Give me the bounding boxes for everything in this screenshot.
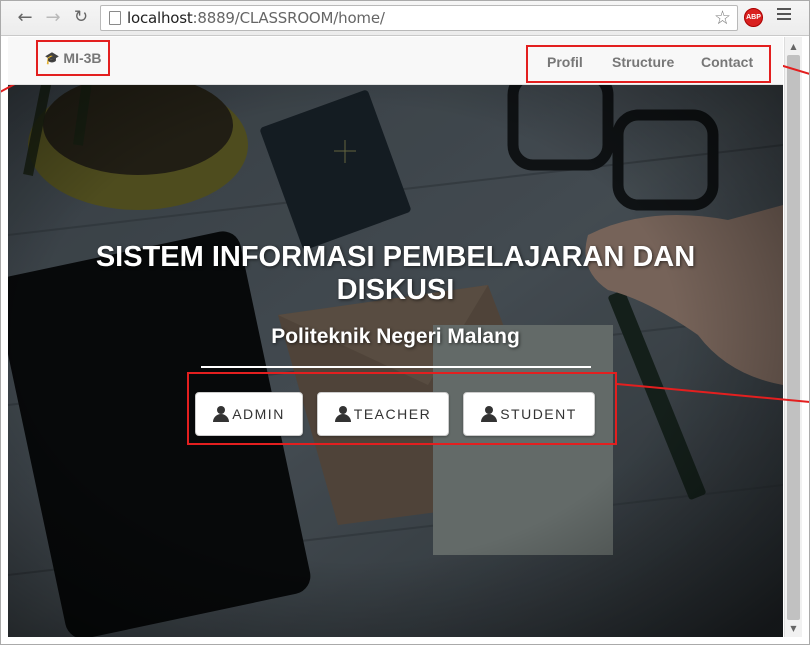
hero-title: SISTEM INFORMASI PEMBELAJARAN DAN DISKUS… (8, 241, 783, 307)
scroll-down-arrow-icon[interactable]: ▼ (785, 621, 802, 635)
brand-link[interactable]: 🎓 MI-3B (36, 40, 110, 76)
url-path: :8889/CLASSROOM/home/ (192, 9, 385, 27)
url-host: localhost (127, 9, 193, 27)
page-icon (109, 11, 121, 25)
nav-link-profil[interactable]: Profil (547, 54, 583, 70)
user-icon (481, 406, 498, 422)
star-icon[interactable]: ☆ (714, 7, 731, 29)
role-button-group: ADMIN TEACHER STUDENT (187, 372, 617, 445)
nav-link-contact[interactable]: Contact (701, 54, 753, 70)
brand-label: MI-3B (63, 50, 102, 66)
student-button[interactable]: STUDENT (463, 392, 595, 436)
nav-link-structure[interactable]: Structure (612, 54, 674, 70)
address-bar[interactable]: localhost:8889/CLASSROOM/home/ ☆ (100, 5, 738, 31)
teacher-button-label: TEACHER (353, 406, 432, 422)
navbar: 🎓 MI-3B Profil Structure Contact (8, 37, 783, 85)
user-icon (213, 406, 230, 422)
hero-divider (201, 366, 591, 368)
back-arrow-icon[interactable]: ← (14, 6, 36, 28)
scroll-up-arrow-icon[interactable]: ▲ (785, 39, 802, 53)
hero-title-line-2: DISKUSI (336, 274, 455, 306)
page-viewport: 🎓 MI-3B Profil Structure Contact SISTEM … (8, 37, 783, 637)
browser-toolbar: ← → ↻ localhost:8889/CLASSROOM/home/ ☆ A… (0, 0, 810, 36)
hero-subtitle: Politeknik Negeri Malang (271, 325, 520, 348)
adblock-icon[interactable]: ABP (744, 8, 763, 27)
page-scrollbar[interactable]: ▲ ▼ (784, 37, 802, 637)
teacher-button[interactable]: TEACHER (317, 392, 449, 436)
reload-icon[interactable]: ↻ (70, 6, 92, 28)
url-text[interactable]: localhost:8889/CLASSROOM/home/ (127, 9, 385, 27)
student-button-label: STUDENT (500, 406, 577, 422)
admin-button[interactable]: ADMIN (195, 392, 303, 436)
hero-background-image (8, 85, 783, 637)
hero-title-line-1: SISTEM INFORMASI PEMBELAJARAN DAN (95, 241, 696, 273)
user-icon (334, 406, 351, 422)
hero-section: SISTEM INFORMASI PEMBELAJARAN DAN DISKUS… (8, 85, 783, 637)
nav-links: Profil Structure Contact (526, 45, 771, 83)
menu-icon[interactable] (777, 8, 791, 23)
scroll-thumb[interactable] (787, 55, 800, 620)
graduation-cap-icon: 🎓 (44, 51, 60, 65)
admin-button-label: ADMIN (232, 406, 285, 422)
forward-arrow-icon[interactable]: → (42, 6, 64, 28)
